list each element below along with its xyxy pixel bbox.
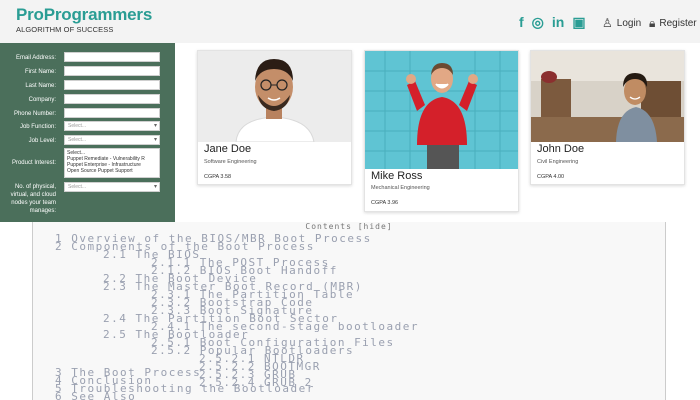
email-label: Email Address:	[15, 55, 56, 61]
contents-panel: Contents [hide] 1 Overview of the BIOS/M…	[32, 222, 666, 400]
profile-role: Civil Engineering	[537, 159, 579, 165]
nodes-select[interactable]: Select...	[64, 182, 160, 192]
profile-name: John Doe	[537, 143, 585, 155]
register-button[interactable]: 🔒︎ Register	[649, 16, 697, 31]
brand-logo[interactable]: ProProgrammers ALGORITHM OF SUCCESS	[16, 5, 152, 34]
toc-item[interactable]: 6 See Also	[55, 391, 136, 400]
brand-tagline: ALGORITHM OF SUCCESS	[16, 25, 114, 34]
form-row-email: Email Address:	[0, 52, 175, 64]
form-row-job-function: Job Function: Select...	[0, 121, 175, 133]
job-level-select[interactable]: Select...	[64, 135, 160, 145]
social-links: f ◎ in ▣	[519, 14, 586, 30]
listbox-option[interactable]: Open Source Puppet Support	[67, 168, 157, 174]
lock-icon: 🔒︎	[649, 16, 656, 30]
last-name-label: Last Name:	[25, 83, 56, 89]
email-field[interactable]	[64, 52, 160, 62]
nodes-label-line: virtual, and cloud	[10, 192, 56, 198]
product-interest-label: Product Interest:	[11, 160, 56, 166]
facebook-icon[interactable]: f	[519, 14, 524, 30]
linkedin-icon[interactable]: in	[552, 14, 564, 30]
profile-card[interactable]: Jane Doe Software Engineering CGPA 3.58	[197, 50, 352, 185]
form-row-phone: Phone Number:	[0, 108, 175, 120]
user-icon: ♙	[602, 16, 613, 30]
job-function-select[interactable]: Select...	[64, 121, 160, 131]
instagram-icon[interactable]: ◎	[532, 14, 544, 30]
brand-name: ProProgrammers	[16, 5, 153, 24]
profile-gpa: CGPA 4.00	[537, 174, 565, 180]
form-row-last-name: Last Name:	[0, 80, 175, 92]
login-button[interactable]: ♙ Login	[602, 16, 641, 30]
nodes-label-line: manages:	[29, 208, 56, 214]
profile-name: Mike Ross	[371, 170, 423, 182]
form-row-first-name: First Name:	[0, 66, 175, 78]
profile-role: Mechanical Engineering	[371, 185, 430, 191]
nodes-label-line: No. of physical,	[14, 184, 56, 190]
job-level-label: Job Level:	[28, 138, 56, 144]
form-row-company: Company:	[0, 94, 175, 106]
profile-gpa: CGPA 3.96	[371, 200, 399, 206]
first-name-label: First Name:	[24, 69, 56, 75]
phone-label: Phone Number:	[13, 111, 56, 117]
first-name-field[interactable]	[64, 66, 160, 76]
profile-card[interactable]: John Doe Civil Engineering CGPA 4.00	[530, 50, 685, 185]
contents-title[interactable]: Contents [hide]	[33, 222, 665, 231]
company-field[interactable]	[64, 94, 160, 104]
profile-photo	[198, 51, 351, 142]
nodes-label: No. of physical, virtual, and cloud node…	[11, 183, 56, 215]
profile-gpa: CGPA 3.58	[204, 174, 232, 180]
profile-photo	[531, 51, 684, 142]
job-function-label: Job Function:	[19, 124, 56, 130]
product-interest-listbox[interactable]: Select... Puppet Remediate - Vulnerabili…	[64, 148, 160, 178]
register-label: Register	[659, 18, 697, 29]
profile-role: Software Engineering	[204, 159, 257, 165]
form-row-job-level: Job Level: Select...	[0, 135, 175, 147]
cv-icon[interactable]: ▣	[572, 14, 585, 30]
profile-card[interactable]: Mike Ross Mechanical Engineering CGPA 3.…	[364, 50, 519, 212]
profile-name: Jane Doe	[204, 143, 252, 155]
phone-field[interactable]	[64, 108, 160, 118]
login-label: Login	[616, 17, 642, 29]
profile-photo	[365, 51, 518, 169]
company-label: Company:	[28, 97, 56, 103]
last-name-field[interactable]	[64, 80, 160, 90]
top-header: ProProgrammers ALGORITHM OF SUCCESS f ◎ …	[0, 0, 700, 43]
nodes-label-line: nodes your team	[11, 200, 56, 206]
lead-form: Email Address: First Name: Last Name: Co…	[0, 43, 175, 222]
